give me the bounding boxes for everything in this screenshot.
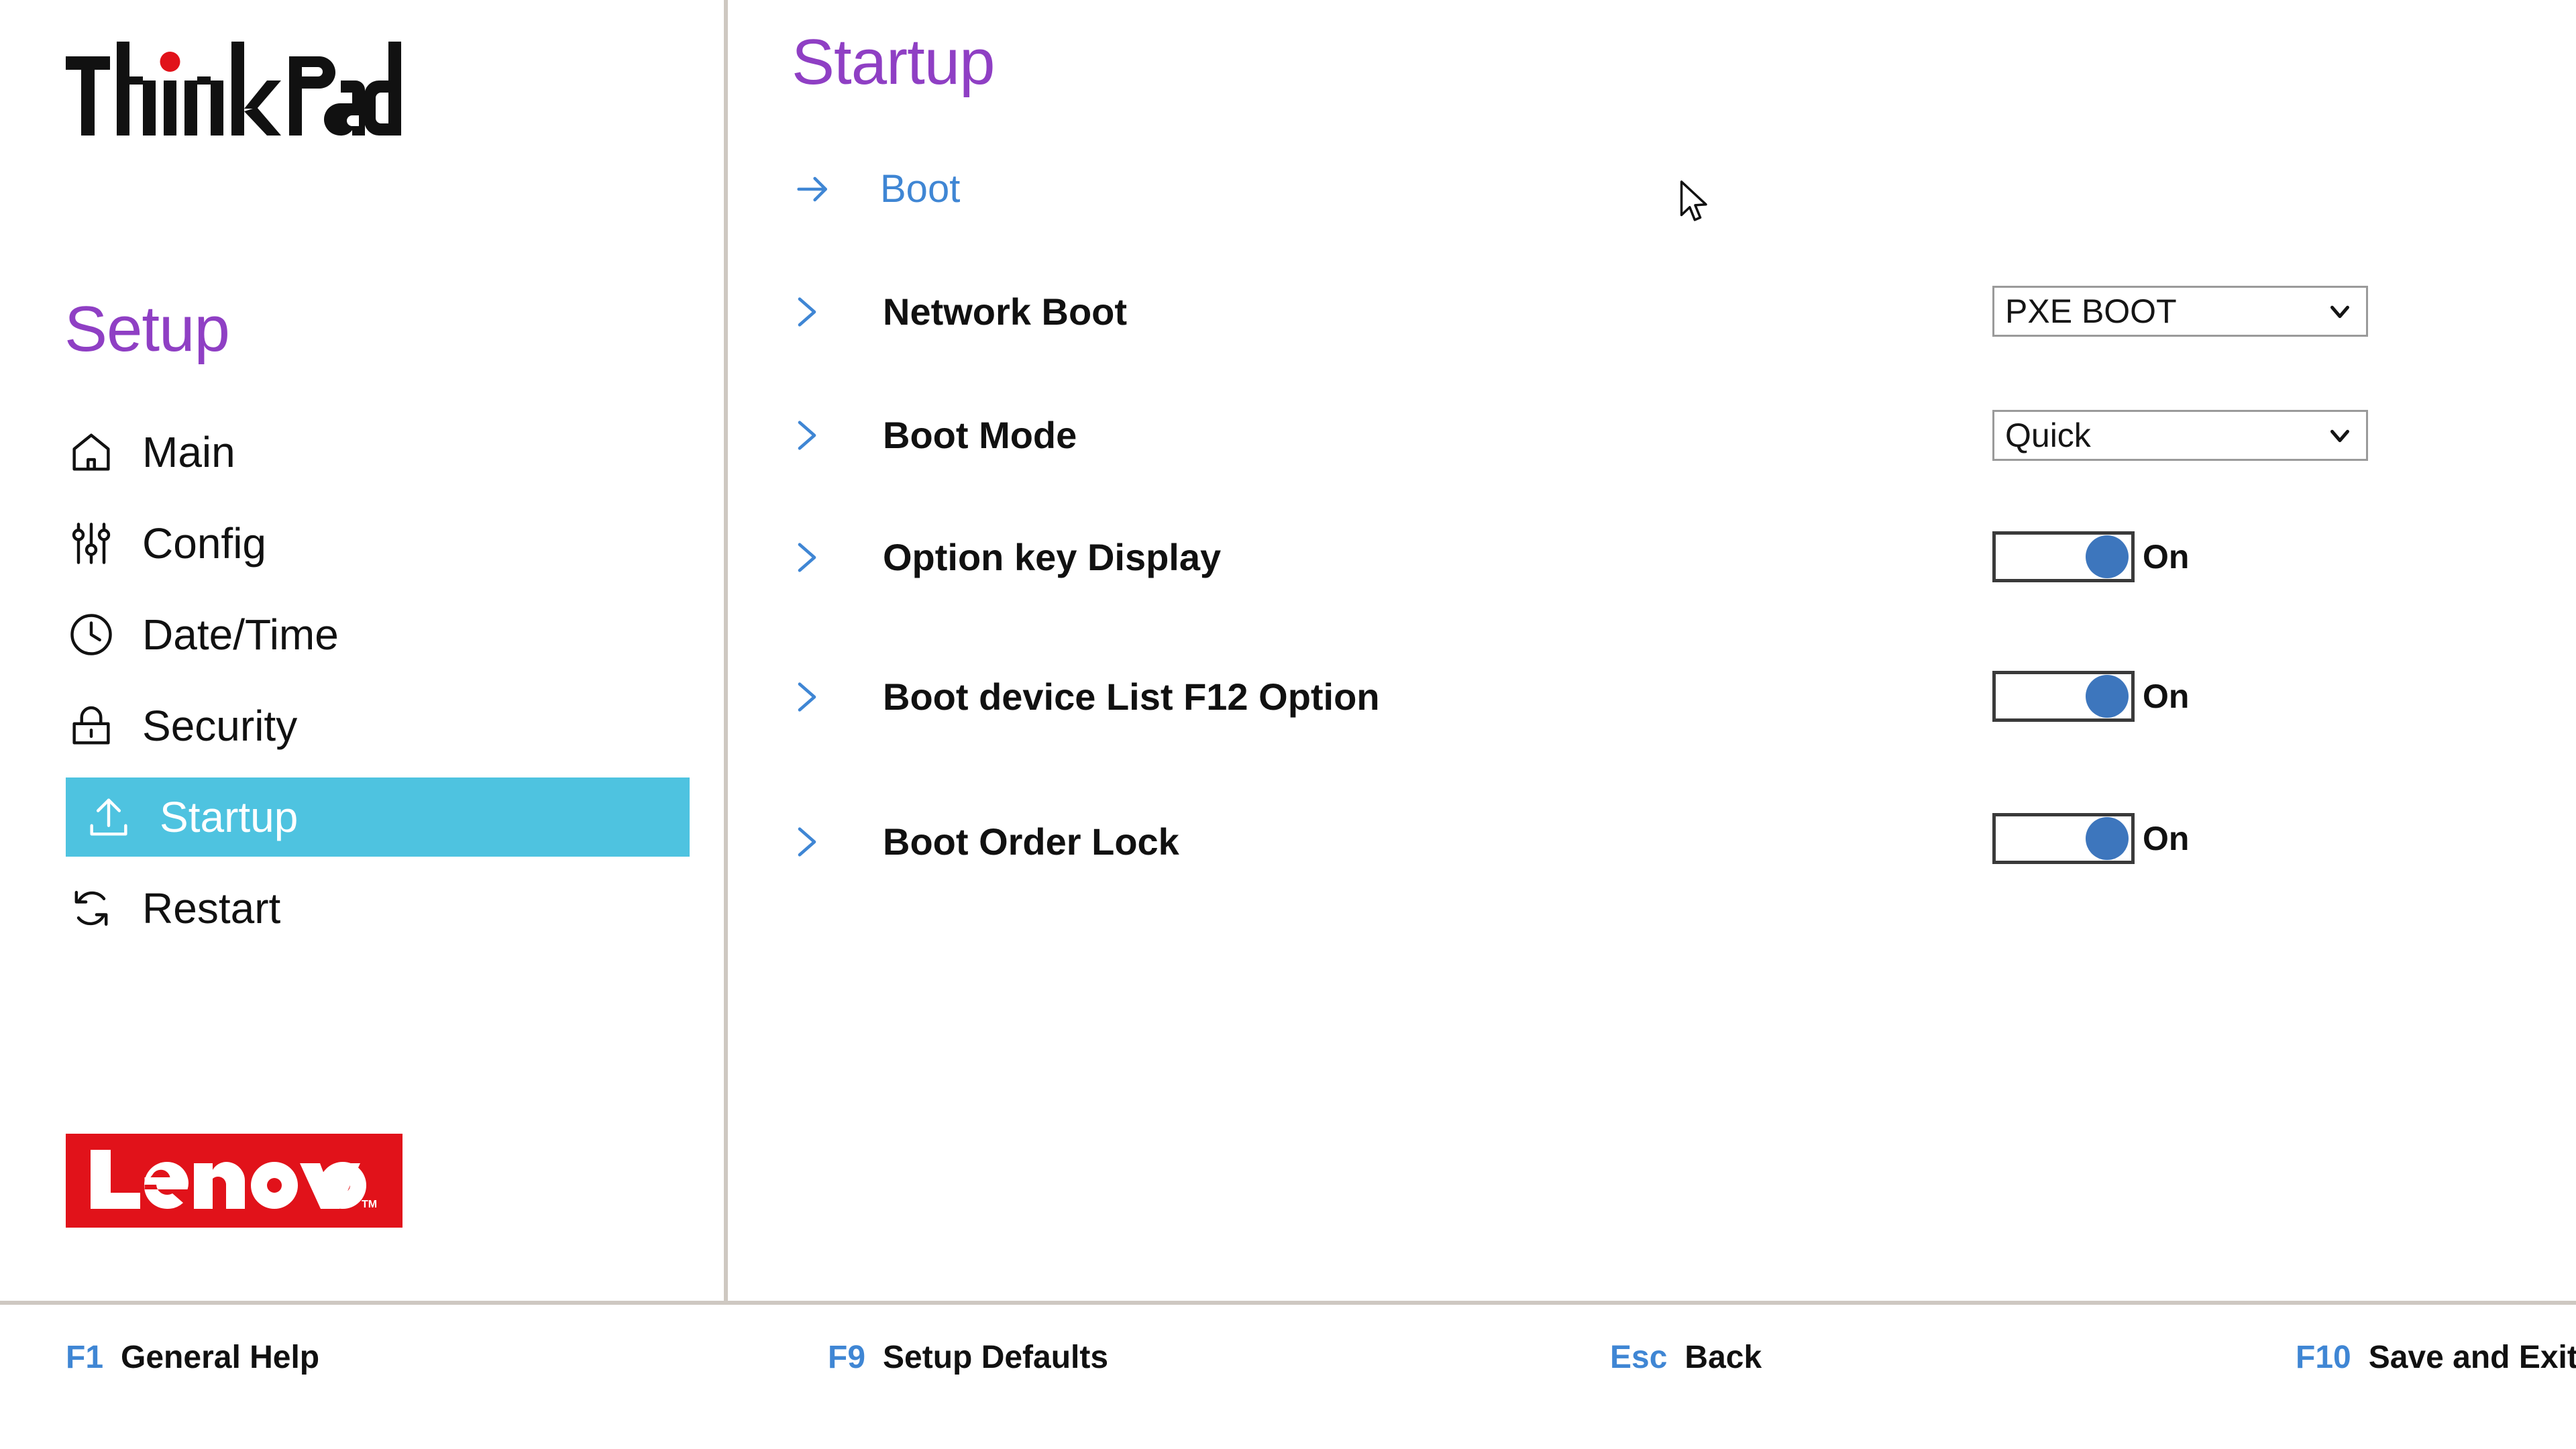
fkey-setup-defaults[interactable]: F9 Setup Defaults	[828, 1342, 1108, 1374]
lock-icon	[66, 700, 117, 751]
sidebar-divider	[724, 0, 728, 1305]
setting-label: Boot Mode	[883, 414, 1077, 456]
chevron-right-icon	[792, 535, 822, 580]
sidebar-item-label: Startup	[160, 793, 299, 841]
thinkpad-logo	[66, 42, 401, 149]
sidebar-item-date-time[interactable]: Date/Time	[0, 595, 724, 674]
boot-order-lock-toggle[interactable]: On	[1992, 813, 2189, 864]
chevron-right-icon	[792, 413, 822, 458]
toggle-knob	[2086, 817, 2129, 860]
sidebar-item-restart[interactable]: Restart	[0, 869, 724, 948]
toggle-track[interactable]	[1992, 671, 2135, 722]
chevron-right-icon	[792, 290, 822, 334]
chevron-down-icon	[2324, 420, 2355, 451]
bios-setup-screen: Setup Main Config Date/Time Security Sta…	[0, 0, 2576, 1449]
fkey-key-label: F9	[828, 1340, 866, 1375]
lenovo-logo: TM	[66, 1134, 402, 1228]
setting-label: Option key Display	[883, 536, 1222, 578]
option-key-display-toggle[interactable]: On	[1992, 531, 2189, 582]
sidebar-item-config[interactable]: Config	[0, 504, 724, 583]
fkey-key-label: F10	[2296, 1340, 2351, 1375]
sidebar-item-label: Config	[142, 519, 266, 568]
boot-device-list-f12-toggle[interactable]: On	[1992, 671, 2189, 722]
fkey-save-and-exit[interactable]: F10 Save and Exit	[2296, 1342, 2576, 1374]
function-key-bar	[0, 1305, 2576, 1449]
sidebar-item-security[interactable]: Security	[0, 686, 724, 765]
fkey-action-label: Back	[1684, 1340, 1762, 1375]
toggle-state-label: On	[2143, 820, 2190, 857]
setting-label: Boot device List F12 Option	[883, 676, 1380, 718]
svg-text:TM: TM	[362, 1199, 377, 1210]
upload-icon	[83, 792, 134, 843]
main-panel: Startup Boot Network Boot Boot Mode Opti…	[728, 0, 2576, 1301]
refresh-icon	[66, 883, 117, 934]
fkey-action-label: Setup Defaults	[883, 1340, 1109, 1375]
fkey-key-label: F1	[66, 1340, 104, 1375]
sidebar-item-startup[interactable]: Startup	[66, 777, 690, 857]
page-title: Startup	[792, 26, 996, 98]
toggle-state-label: On	[2143, 538, 2190, 576]
sidebar-item-label: Main	[142, 428, 235, 476]
setting-row-boot-order-lock[interactable]: Boot Order Lock	[792, 805, 2536, 879]
fkey-action-label: Save and Exit	[2368, 1340, 2576, 1375]
toggle-state-label: On	[2143, 678, 2190, 715]
sidebar-item-main[interactable]: Main	[0, 413, 724, 492]
toggle-track[interactable]	[1992, 813, 2135, 864]
sidebar: Setup Main Config Date/Time Security Sta…	[0, 0, 724, 1301]
boot-submenu-label: Boot	[880, 167, 961, 211]
arrow-right-icon	[792, 168, 835, 211]
chevron-down-icon	[2324, 296, 2355, 327]
sidebar-item-label: Restart	[142, 884, 281, 932]
dropdown-value: PXE BOOT	[2005, 292, 2177, 330]
setting-label: Network Boot	[883, 290, 1127, 333]
fkey-back[interactable]: Esc Back	[1610, 1342, 1762, 1374]
setting-row-boot-device-list-f12[interactable]: Boot device List F12 Option	[792, 660, 2536, 734]
setting-row-option-key-display[interactable]: Option key Display	[792, 521, 2536, 594]
setting-label: Boot Order Lock	[883, 820, 1179, 863]
dropdown-value: Quick	[2005, 417, 2091, 454]
home-icon	[66, 427, 117, 478]
sidebar-heading: Setup	[64, 293, 230, 365]
chevron-right-icon	[792, 820, 822, 864]
sidebar-item-label: Date/Time	[142, 610, 339, 659]
boot-submenu-link[interactable]: Boot	[792, 161, 960, 217]
network-boot-dropdown[interactable]: PXE BOOT	[1992, 286, 2368, 337]
fkey-action-label: General Help	[121, 1340, 320, 1375]
toggle-knob	[2086, 675, 2129, 718]
boot-mode-dropdown[interactable]: Quick	[1992, 410, 2368, 461]
fkey-general-help[interactable]: F1 General Help	[66, 1342, 319, 1374]
sidebar-nav: Main Config Date/Time Security Startup R…	[0, 413, 724, 960]
clock-icon	[66, 609, 117, 660]
toggle-knob	[2086, 535, 2129, 578]
sliders-icon	[66, 518, 117, 569]
fkey-key-label: Esc	[1610, 1340, 1668, 1375]
chevron-right-icon	[792, 675, 822, 719]
toggle-track[interactable]	[1992, 531, 2135, 582]
sidebar-item-label: Security	[142, 702, 298, 750]
